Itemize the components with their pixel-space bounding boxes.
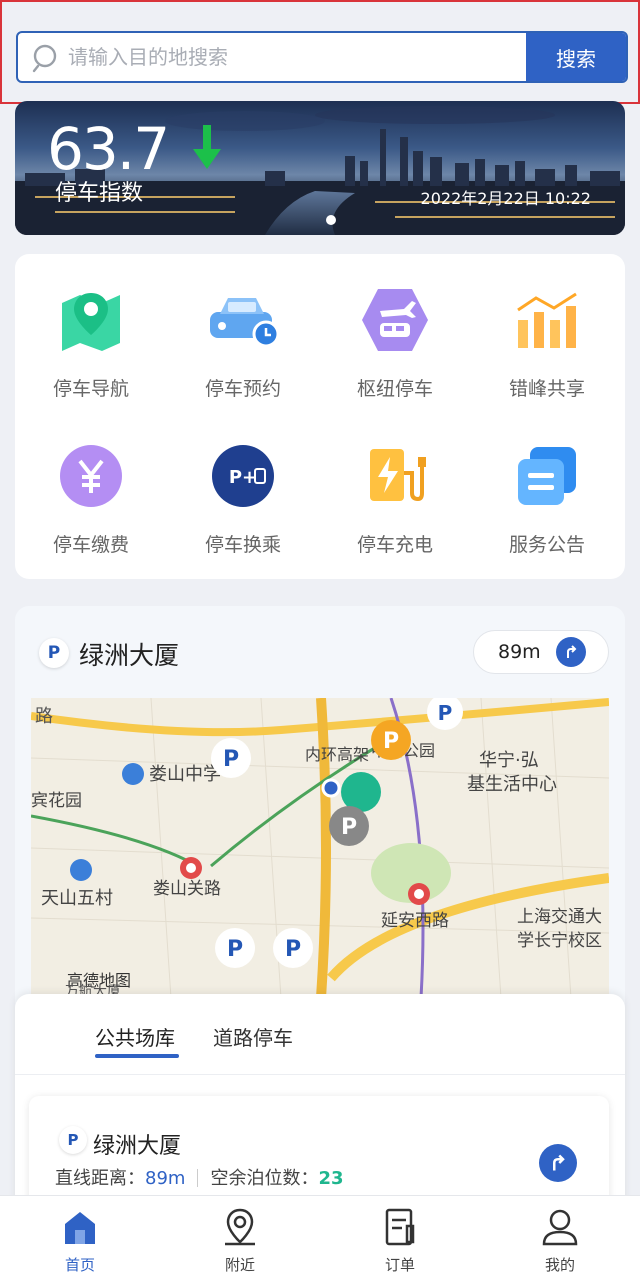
distance-value: 89m bbox=[145, 1168, 186, 1189]
search-icon bbox=[32, 44, 57, 73]
search-area-highlight: 搜索 bbox=[0, 0, 640, 104]
service-label: 服务公告 bbox=[508, 534, 585, 556]
search-input[interactable] bbox=[68, 33, 508, 81]
distance-navigate-pill[interactable]: 89m bbox=[473, 630, 609, 674]
home-icon bbox=[65, 1212, 95, 1244]
service-announcements[interactable]: 服务公告 bbox=[471, 410, 623, 560]
bottom-tab-bar: 首页 附近 订单 我的 bbox=[0, 1195, 640, 1287]
svg-text:P+: P+ bbox=[229, 467, 257, 488]
parking-index-banner[interactable]: 63.7 停车指数 2022年2月22日 10:22 bbox=[15, 101, 625, 235]
map-label: 基生活中心 bbox=[467, 774, 557, 795]
service-label: 停车预约 bbox=[204, 378, 281, 400]
order-icon bbox=[385, 1208, 415, 1246]
tab-public-garage[interactable]: 公共场库 bbox=[95, 1022, 175, 1051]
svg-text:P: P bbox=[223, 747, 239, 772]
free-spaces-label: 空余泊位数： bbox=[210, 1168, 319, 1189]
notice-icon bbox=[518, 447, 576, 505]
tab-label: 我的 bbox=[544, 1256, 575, 1274]
svg-text:P: P bbox=[383, 729, 399, 754]
user-icon bbox=[542, 1209, 578, 1246]
service-hub-parking[interactable]: 枢纽停车 bbox=[319, 254, 471, 404]
svg-text:P: P bbox=[341, 815, 357, 840]
parking-badge: P bbox=[39, 638, 69, 668]
map-label: 华宁·弘 bbox=[479, 750, 539, 771]
service-parking-reservation[interactable]: 停车预约 bbox=[167, 254, 319, 404]
map-label: 学长宁校区 bbox=[517, 931, 602, 951]
tab-nearby[interactable]: 附近 bbox=[160, 1206, 320, 1278]
service-label: 停车缴费 bbox=[52, 534, 129, 556]
map-label: 内环高架 bbox=[305, 745, 369, 764]
tab-label: 首页 bbox=[64, 1256, 95, 1274]
search-button[interactable]: 搜索 bbox=[526, 33, 626, 81]
carousel-dot bbox=[326, 215, 336, 225]
building-icon bbox=[70, 859, 92, 881]
parking-index-value: 63.7 bbox=[47, 115, 170, 183]
service-parking-payment[interactable]: 停车缴费 bbox=[15, 410, 167, 560]
map-label: 娄山关路 bbox=[153, 879, 221, 899]
service-offpeak-sharing[interactable]: 错峰共享 bbox=[471, 254, 623, 404]
free-spaces-value: 23 bbox=[318, 1168, 344, 1189]
map-pin-icon bbox=[62, 293, 120, 351]
distance-label: 直线距离： bbox=[55, 1168, 145, 1189]
map-label: 宾花园 bbox=[31, 791, 82, 811]
banner-date: 2022年2月22日 10:22 bbox=[420, 189, 591, 208]
parking-list-item-name: 绿洲大厦 bbox=[93, 1134, 182, 1159]
service-label: 停车换乘 bbox=[204, 534, 281, 556]
tab-road-parking[interactable]: 道路停车 bbox=[213, 1022, 293, 1051]
map-label: 上海交通大 bbox=[517, 907, 602, 927]
svg-text:P: P bbox=[227, 937, 243, 962]
school-icon bbox=[122, 763, 144, 785]
navigate-icon[interactable] bbox=[556, 637, 586, 667]
map-label: 娄山中学 bbox=[149, 764, 221, 785]
service-label: 停车充电 bbox=[356, 534, 433, 556]
metro-station-icon bbox=[180, 857, 202, 879]
parking-list-sheet: 公共场库 道路停车 P 绿洲大厦 直线距离：89m 空余泊位数：23 bbox=[15, 994, 625, 1226]
service-parking-navigation[interactable]: 停车导航 bbox=[15, 254, 167, 404]
svg-text:P: P bbox=[285, 937, 301, 962]
navigate-icon[interactable] bbox=[539, 1144, 577, 1182]
divider bbox=[15, 1074, 625, 1075]
map-label: 天山五村 bbox=[41, 888, 113, 909]
nearby-parking-name: 绿洲大厦 bbox=[79, 641, 180, 670]
tab-orders[interactable]: 订单 bbox=[320, 1206, 480, 1278]
tab-home[interactable]: 首页 bbox=[0, 1206, 160, 1278]
map-label: 路 bbox=[35, 706, 53, 727]
active-tab-indicator bbox=[95, 1054, 179, 1058]
parking-marker-orange: P bbox=[371, 720, 411, 760]
parking-marker: P bbox=[211, 738, 251, 778]
map-view[interactable]: 路 娄山中学 内环高架 中山公园 华宁·弘 基生活中心 宾花园 天山五村 娄山关… bbox=[31, 698, 609, 998]
search-bar[interactable]: 搜索 bbox=[16, 31, 628, 83]
map-label: 延安西路 bbox=[381, 911, 449, 931]
tab-label: 订单 bbox=[384, 1256, 415, 1274]
plane-train-icon bbox=[362, 289, 428, 351]
charging-station-icon bbox=[370, 449, 426, 502]
service-grid: 停车导航 停车预约 枢纽停车 错峰共享 停车缴费 P+ 停车换乘 停车充电 服务… bbox=[15, 254, 625, 579]
service-ev-charging[interactable]: 停车充电 bbox=[319, 410, 471, 560]
park-and-ride-icon: P+ bbox=[212, 445, 274, 507]
service-label: 枢纽停车 bbox=[356, 378, 433, 400]
metro-station-icon bbox=[408, 883, 430, 905]
tab-label: 附近 bbox=[224, 1256, 255, 1274]
location-pin-icon bbox=[225, 1208, 255, 1246]
parking-list-item-meta: 直线距离：89m 空余泊位数：23 bbox=[55, 1164, 344, 1190]
service-label: 停车导航 bbox=[52, 378, 129, 400]
tab-profile[interactable]: 我的 bbox=[480, 1206, 640, 1278]
car-clock-icon bbox=[210, 298, 280, 348]
down-arrow-icon bbox=[193, 125, 221, 169]
parking-badge: P bbox=[59, 1126, 87, 1154]
parking-marker: P bbox=[273, 928, 313, 968]
bar-chart-icon bbox=[517, 292, 577, 348]
nearby-distance: 89m bbox=[498, 641, 541, 663]
current-location-icon bbox=[321, 778, 341, 798]
svg-text:P: P bbox=[438, 701, 453, 725]
yuan-coin-icon bbox=[60, 445, 122, 507]
service-label: 错峰共享 bbox=[508, 378, 585, 400]
parking-marker: P bbox=[215, 928, 255, 968]
nearby-parking-card[interactable]: P 绿洲大厦 89m 路 娄山中学 内环高架 中山公园 bbox=[15, 606, 625, 1026]
map-canvas: 路 娄山中学 内环高架 中山公园 华宁·弘 基生活中心 宾花园 天山五村 娄山关… bbox=[31, 698, 609, 998]
service-park-and-ride[interactable]: P+ 停车换乘 bbox=[167, 410, 319, 560]
parking-index-label: 停车指数 bbox=[55, 181, 144, 206]
